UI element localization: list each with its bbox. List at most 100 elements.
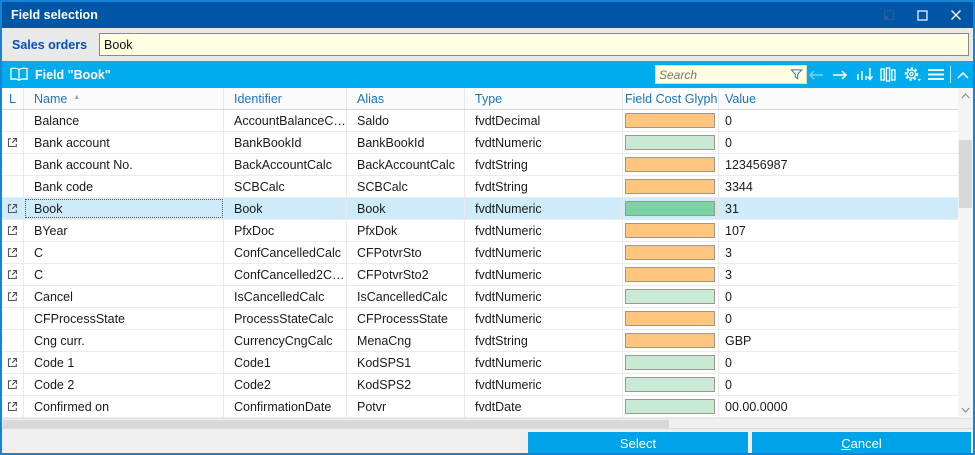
cell-name: Bank account	[24, 132, 224, 153]
column-header-alias[interactable]: Alias	[347, 88, 465, 109]
settings-gear-icon[interactable]	[900, 61, 924, 88]
cell-type: fvdtNumeric	[465, 242, 623, 263]
window-title: Field selection	[2, 8, 98, 22]
cell-name: Bank account No.	[24, 154, 224, 175]
cell-name: Bank code	[24, 176, 224, 197]
open-link-icon[interactable]	[7, 225, 18, 236]
cell-glyph	[623, 176, 719, 197]
horizontal-scrollbar[interactable]	[2, 418, 973, 428]
column-header-type[interactable]: Type	[465, 88, 623, 109]
table-row[interactable]: Code 2Code2KodSPS2fvdtNumeric0	[2, 374, 958, 396]
table-row[interactable]: BYearPfxDocPfxDokfvdtNumeric107	[2, 220, 958, 242]
scroll-track[interactable]	[958, 104, 973, 402]
column-header-glyph[interactable]: Field Cost Glyph	[623, 88, 719, 109]
cell-type: fvdtNumeric	[465, 220, 623, 241]
table-row[interactable]: CancelIsCancelledCalcIsCancelledCalcfvdt…	[2, 286, 958, 308]
table-row[interactable]: Cng curr.CurrencyCngCalcMenaCngfvdtStrin…	[2, 330, 958, 352]
open-link-icon[interactable]	[7, 203, 18, 214]
cell-value: GBP	[719, 330, 958, 351]
column-header-identifier[interactable]: Identifier	[224, 88, 347, 109]
open-link-icon[interactable]	[7, 401, 18, 412]
cancel-button[interactable]: Cancel	[752, 432, 971, 454]
columns-icon[interactable]	[876, 61, 900, 88]
table-row[interactable]: Bank accountBankBookIdBankBookIdfvdtNume…	[2, 132, 958, 154]
column-header-name[interactable]: Name▲	[24, 88, 224, 109]
hscroll-thumb[interactable]	[3, 420, 669, 428]
cell-type: fvdtNumeric	[465, 308, 623, 329]
field-cost-swatch-green_light	[625, 377, 715, 392]
maximize-icon[interactable]	[905, 2, 939, 28]
vertical-scrollbar[interactable]	[958, 88, 973, 418]
column-header-link[interactable]: L	[2, 88, 24, 109]
cell-glyph	[623, 396, 719, 417]
table-row[interactable]: Bank account No.BackAccountCalcBackAccou…	[2, 154, 958, 176]
cell-value: 0	[719, 132, 958, 153]
cell-alias: Book	[347, 198, 465, 219]
cell-name: Cancel	[24, 286, 224, 307]
cell-alias: IsCancelledCalc	[347, 286, 465, 307]
forward-arrow-icon[interactable]	[828, 61, 852, 88]
cell-value: 0	[719, 110, 958, 131]
cell-identifier: ProcessStateCalc	[224, 308, 347, 329]
open-link-icon[interactable]	[7, 247, 18, 258]
cell-link	[2, 198, 24, 219]
open-link-icon[interactable]	[7, 357, 18, 368]
bar-chart-icon[interactable]	[852, 61, 876, 88]
menu-icon[interactable]	[924, 61, 948, 88]
cell-name: CFProcessState	[24, 308, 224, 329]
cell-link	[2, 352, 24, 373]
cell-identifier: PfxDoc	[224, 220, 347, 241]
open-link-icon[interactable]	[7, 269, 18, 280]
table-row[interactable]: CConfCancelled2C…CFPotvrSto2fvdtNumeric3	[2, 264, 958, 286]
cell-glyph	[623, 198, 719, 219]
cell-identifier: BankBookId	[224, 132, 347, 153]
column-header-value[interactable]: Value	[719, 88, 958, 109]
cell-value: 31	[719, 198, 958, 219]
cell-link	[2, 220, 24, 241]
select-button[interactable]: Select	[528, 432, 748, 454]
table-row[interactable]: CFProcessStateProcessStateCalcCFProcessS…	[2, 308, 958, 330]
cell-name: Cng curr.	[24, 330, 224, 351]
cell-identifier: IsCancelledCalc	[224, 286, 347, 307]
cell-value: 0	[719, 352, 958, 373]
scroll-down-icon[interactable]	[958, 402, 973, 418]
table-row[interactable]: BookBookBookfvdtNumeric31	[2, 198, 958, 220]
cell-alias: Saldo	[347, 110, 465, 131]
open-link-icon[interactable]	[7, 137, 18, 148]
sales-orders-label: Sales orders	[2, 38, 99, 52]
cell-glyph	[623, 308, 719, 329]
table-row[interactable]: Bank codeSCBCalcSCBCalcfvdtString3344	[2, 176, 958, 198]
cell-identifier: CurrencyCngCalc	[224, 330, 347, 351]
cell-link	[2, 330, 24, 351]
field-cost-swatch-orange	[625, 157, 715, 172]
scroll-up-icon[interactable]	[958, 88, 973, 104]
collapse-up-icon[interactable]	[953, 61, 973, 88]
form-row: Sales orders	[2, 28, 973, 61]
open-link-icon[interactable]	[7, 291, 18, 302]
panel-header: Field "Book"	[2, 61, 973, 88]
panel-title: Field "Book"	[35, 68, 111, 82]
field-selection-dialog: Field selection Sales orders	[0, 0, 975, 455]
cell-alias: KodSPS2	[347, 374, 465, 395]
cell-value: 3	[719, 242, 958, 263]
search-input[interactable]	[656, 68, 790, 82]
cell-value: 0	[719, 286, 958, 307]
cell-name: C	[24, 242, 224, 263]
cell-type: fvdtNumeric	[465, 374, 623, 395]
field-cost-swatch-orange	[625, 245, 715, 260]
cell-link	[2, 132, 24, 153]
float-window-icon[interactable]	[871, 2, 905, 28]
table-row[interactable]: CConfCancelledCalcCFPotvrStofvdtNumeric3	[2, 242, 958, 264]
field-cost-swatch-orange	[625, 223, 715, 238]
table-row[interactable]: BalanceAccountBalanceC…SaldofvdtDecimal0	[2, 110, 958, 132]
table-row[interactable]: Code 1Code1KodSPS1fvdtNumeric0	[2, 352, 958, 374]
panel-toolbar	[804, 61, 973, 88]
field-cost-swatch-green_light	[625, 289, 715, 304]
table-row[interactable]: Confirmed onConfirmationDatePotvrfvdtDat…	[2, 396, 958, 418]
scroll-thumb[interactable]	[959, 140, 972, 208]
cell-link	[2, 110, 24, 131]
back-arrow-icon[interactable]	[804, 61, 828, 88]
open-link-icon[interactable]	[7, 379, 18, 390]
close-icon[interactable]	[939, 2, 973, 28]
field-name-input[interactable]	[99, 33, 969, 56]
